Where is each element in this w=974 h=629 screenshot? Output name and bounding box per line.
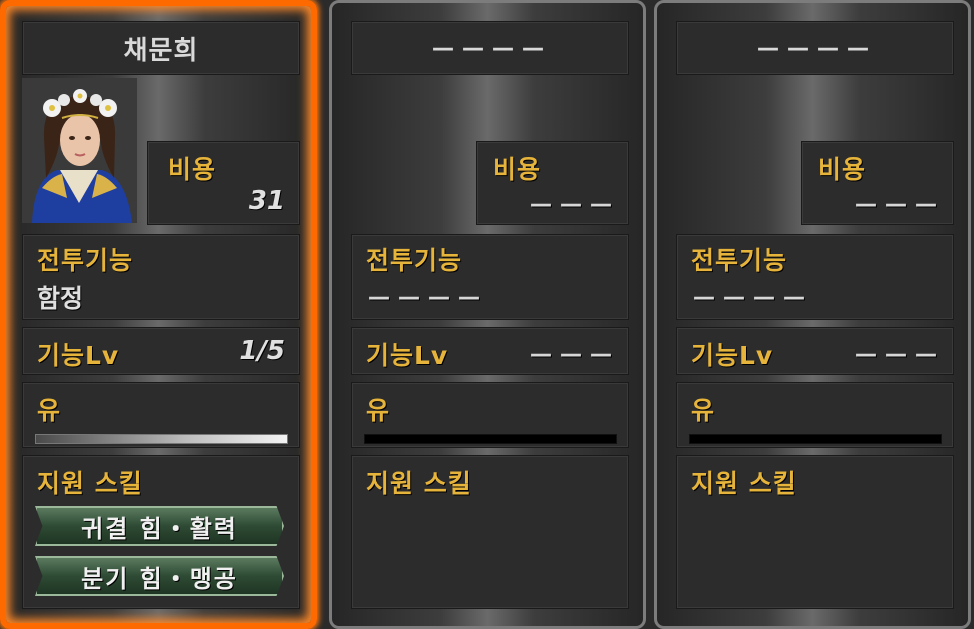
support-skill-1-text: 귀결 힘・활력	[81, 514, 238, 543]
type-gauge	[364, 434, 617, 444]
character-name-text: －－－－	[429, 35, 550, 66]
support-skill-label: 지원 스킬	[37, 469, 143, 498]
battle-skill-label: 전투기능	[37, 246, 134, 275]
cost-value: －－－	[852, 192, 943, 222]
battle-skill-box: 전투기능 －－－－	[351, 234, 629, 320]
character-portrait	[22, 78, 137, 223]
skill-level-label: 기능Lv	[37, 341, 120, 370]
character-name-text: 채문희	[123, 35, 199, 66]
character-card-3[interactable]: －－－－ 비용 －－－ 전투기능 －－－－ 기능Lv －－－ 유 지원 스킬	[654, 0, 971, 629]
skill-level-label: 기능Lv	[691, 341, 774, 370]
battle-skill-box: 전투기능 함정	[22, 234, 300, 320]
cost-label: 비용	[818, 155, 867, 184]
battle-skill-label: 전투기능	[366, 246, 463, 275]
support-skill-label: 지원 스킬	[691, 469, 797, 498]
support-skill-button-1[interactable]: 귀결 힘・활력	[35, 506, 284, 546]
skill-level-value: 1/5	[239, 336, 285, 366]
type-gauge	[689, 434, 942, 444]
character-card-2[interactable]: －－－－ 비용 －－－ 전투기능 －－－－ 기능Lv －－－ 유 지원 스킬	[329, 0, 646, 629]
cost-box: 비용 －－－	[801, 141, 954, 225]
type-label: 유	[366, 396, 391, 425]
type-box: 유	[22, 382, 300, 448]
character-name-text: －－－－	[754, 35, 875, 66]
skill-level-value: －－－	[852, 342, 943, 372]
character-card-1[interactable]: 채문희 비용 31 전투기능 함정 기능Lv 1/5 유 지원 스킬 귀결 힘・…	[0, 0, 317, 629]
battle-skill-box: 전투기능 －－－－	[676, 234, 954, 320]
support-skill-button-2[interactable]: 분기 힘・맹공	[35, 556, 284, 596]
skill-level-box: 기능Lv －－－	[351, 327, 629, 375]
battle-skill-value: －－－－	[691, 285, 812, 315]
type-label: 유	[37, 396, 62, 425]
cost-value: 31	[248, 186, 285, 216]
battle-skill-label: 전투기능	[691, 246, 788, 275]
skill-level-box: 기능Lv 1/5	[22, 327, 300, 375]
cost-label: 비용	[493, 155, 542, 184]
cost-box: 비용 －－－	[476, 141, 629, 225]
character-name: －－－－	[351, 21, 629, 75]
cost-box: 비용 31	[147, 141, 300, 225]
character-name: 채문희	[22, 21, 300, 75]
support-skill-2-text: 분기 힘・맹공	[81, 564, 238, 593]
type-label: 유	[691, 396, 716, 425]
skill-level-label: 기능Lv	[366, 341, 449, 370]
type-box: 유	[351, 382, 629, 448]
type-gauge	[35, 434, 288, 444]
support-skill-label: 지원 스킬	[366, 469, 472, 498]
character-name: －－－－	[676, 21, 954, 75]
cost-label: 비용	[168, 155, 217, 184]
cost-value: －－－	[527, 192, 618, 222]
skill-level-value: －－－	[527, 342, 618, 372]
support-skill-box: 지원 스킬	[676, 455, 954, 609]
battle-skill-value: 함정	[37, 284, 84, 313]
type-box: 유	[676, 382, 954, 448]
support-skill-box: 지원 스킬 귀결 힘・활력 분기 힘・맹공	[22, 455, 300, 609]
skill-level-box: 기능Lv －－－	[676, 327, 954, 375]
support-skill-box: 지원 스킬	[351, 455, 629, 609]
battle-skill-value: －－－－	[366, 285, 487, 315]
